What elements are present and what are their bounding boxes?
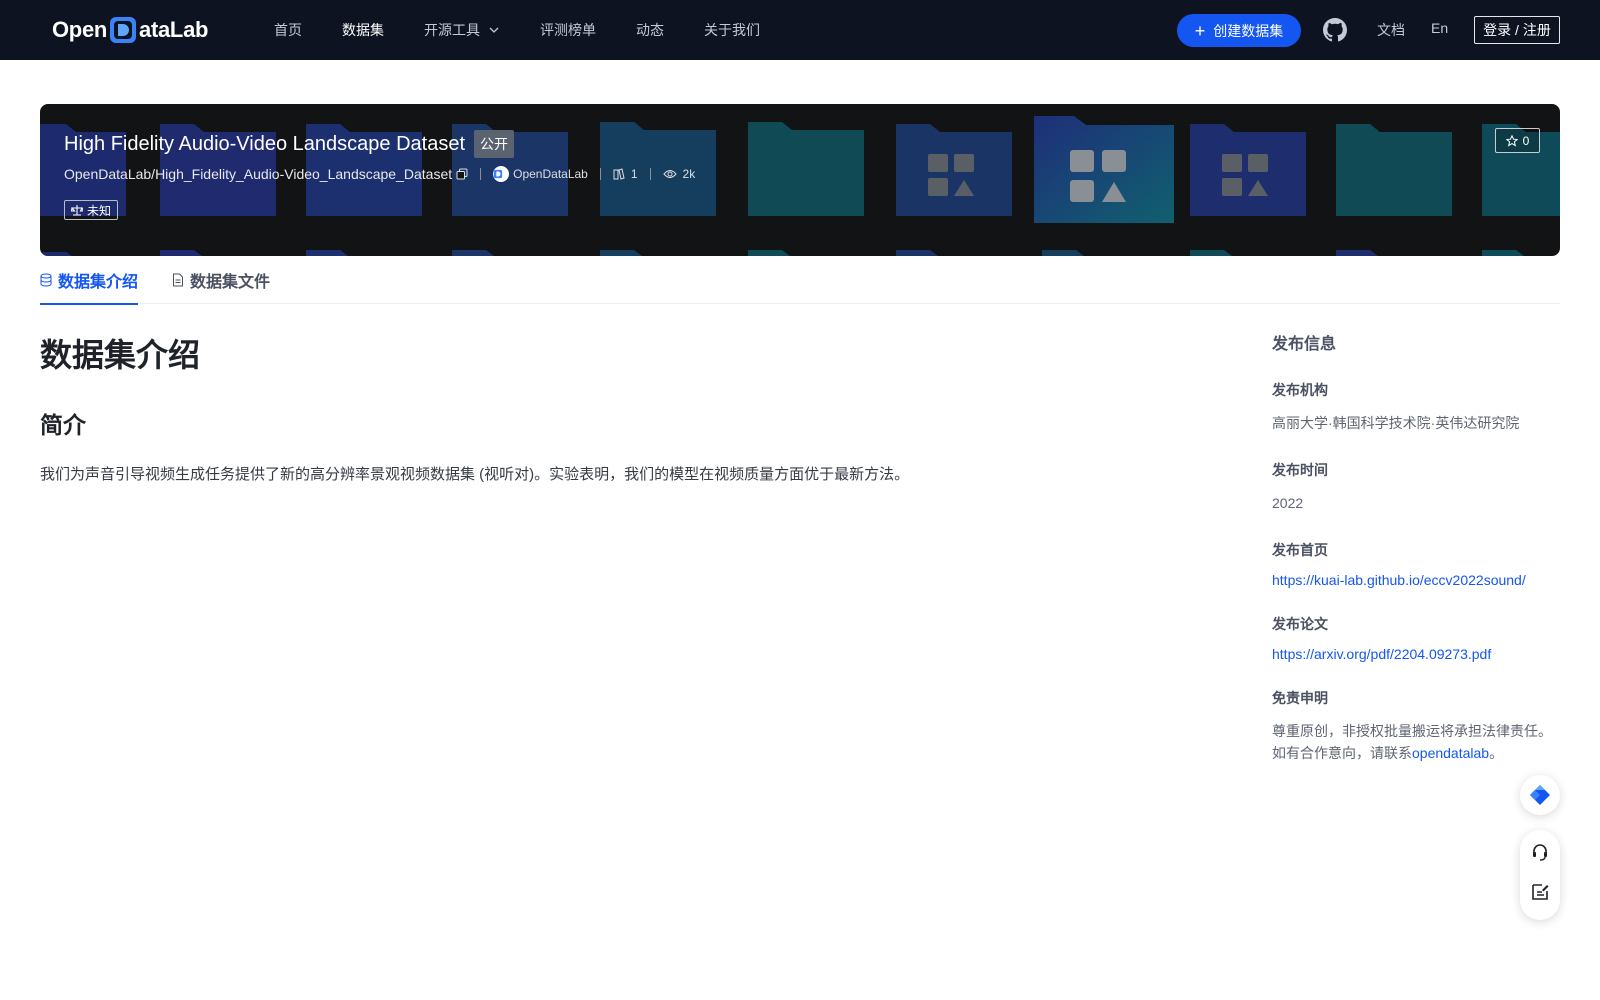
nav-about-label: 关于我们 [704, 22, 760, 38]
chevron-down-icon [489, 27, 499, 33]
language-switch[interactable]: En [1431, 20, 1448, 36]
dataset-title: High Fidelity Audio-Video Landscape Data… [64, 132, 465, 155]
main-nav: 首页 数据集 开源工具 评测榜单 动态 关于我们 [274, 0, 800, 60]
publish-time-label: 发布时间 [1272, 462, 1328, 478]
org-avatar [493, 166, 510, 182]
docs-link[interactable]: 文档 [1377, 20, 1405, 40]
disclaimer-text: 尊重原创，非授权批量搬运将承担法律责任。 如有合作意向，请联系opendatal… [1272, 720, 1562, 764]
view-count: 2k [662, 167, 696, 181]
logo-mark-icon [110, 17, 137, 43]
publish-info-title: 发布信息 [1272, 336, 1337, 353]
org-link[interactable]: OpenDataLab [493, 166, 588, 182]
contact-link[interactable]: opendatalab [1412, 745, 1489, 761]
create-dataset-label: 创建数据集 [1213, 22, 1284, 39]
nav-datasets-label: 数据集 [342, 22, 384, 38]
logo-text-left: Open [52, 17, 108, 42]
opendatalab-logo[interactable]: Open ataLab [52, 14, 208, 46]
create-dataset-button[interactable]: + 创建数据集 [1177, 14, 1301, 47]
diamond-icon [1530, 785, 1550, 805]
file-count-value: 1 [630, 167, 638, 181]
paper-label: 发布论文 [1272, 616, 1328, 632]
tab-dataset-intro-label: 数据集介绍 [58, 274, 139, 291]
database-icon [40, 273, 52, 287]
meta-separator [649, 168, 651, 180]
top-navbar: Open ataLab 首页 数据集 开源工具 评测榜单 动态 关于我们 + 创… [0, 0, 1600, 60]
login-register-button[interactable]: 登录 / 注册 [1474, 16, 1560, 44]
dataset-path: OpenDataLab/High_Fidelity_Audio-Video_La… [64, 166, 453, 182]
org-name: OpenDataLab [513, 167, 588, 181]
intro-heading: 数据集介绍 [40, 337, 201, 373]
tab-dataset-files-label: 数据集文件 [190, 274, 271, 291]
disclaimer-line1: 尊重原创，非授权批量搬运将承担法律责任。 [1272, 723, 1552, 739]
tab-dataset-files[interactable]: 数据集文件 [172, 256, 270, 304]
nav-news-label: 动态 [636, 22, 664, 38]
dataset-banner: High Fidelity Audio-Video Landscape Data… [40, 104, 1560, 256]
dataset-meta-row: OpenDataLab/High_Fidelity_Audio-Video_La… [64, 166, 695, 182]
disclaimer-line2-suffix: 。 [1489, 745, 1504, 761]
disclaimer-label: 免责申明 [1272, 690, 1328, 706]
meta-separator [599, 168, 601, 180]
org-logo-icon [493, 169, 503, 179]
publish-time-value: 2022 [1272, 495, 1304, 511]
publisher-label: 发布机构 [1272, 382, 1328, 398]
file-icon [173, 273, 184, 287]
meta-separator [480, 168, 482, 180]
homepage-label: 发布首页 [1272, 542, 1328, 558]
nav-tools-label: 开源工具 [424, 22, 480, 38]
view-count-value: 2k [682, 167, 696, 181]
summary-heading: 简介 [40, 412, 86, 438]
files-icon [613, 168, 625, 180]
file-count: 1 [613, 167, 638, 181]
paper-link[interactable]: https://arxiv.org/pdf/2204.09273.pdf [1272, 646, 1562, 662]
dataset-intro-content: 数据集介绍 简介 我们为声音引导视频生成任务提供了新的高分辨率景观视频数据集 (… [40, 320, 1220, 486]
feedback-edit-icon[interactable] [1530, 882, 1550, 902]
copy-icon[interactable] [456, 168, 468, 180]
github-icon[interactable] [1323, 18, 1347, 42]
nav-datasets[interactable]: 数据集 [342, 20, 384, 40]
scale-icon [71, 205, 83, 216]
dataset-tabs: 数据集介绍 数据集文件 [40, 256, 1560, 305]
visibility-badge: 公开 [474, 130, 514, 158]
nav-leaderboard[interactable]: 评测榜单 [540, 20, 596, 40]
summary-paragraph: 我们为声音引导视频生成任务提供了新的高分辨率景观视频数据集 (视听对)。实验表明… [40, 466, 910, 483]
nav-about[interactable]: 关于我们 [704, 20, 760, 40]
license-tag: 未知 [64, 200, 119, 220]
nav-home-label: 首页 [274, 22, 302, 38]
floating-assistant-button[interactable] [1520, 775, 1560, 815]
eye-icon [662, 170, 677, 178]
homepage-link[interactable]: https://kuai-lab.github.io/eccv2022sound… [1272, 572, 1562, 588]
nav-leaderboard-label: 评测榜单 [540, 22, 596, 38]
publisher-value: 高丽大学·韩国科学技术院·英伟达研究院 [1272, 415, 1520, 431]
plus-icon: + [1194, 20, 1206, 41]
dataset-title-row: High Fidelity Audio-Video Landscape Data… [64, 130, 514, 158]
star-button[interactable]: 0 [1495, 128, 1540, 153]
nav-home[interactable]: 首页 [274, 20, 302, 40]
publish-info-sidebar: 发布信息 发布机构 高丽大学·韩国科学技术院·英伟达研究院 发布时间 2022 … [1272, 330, 1562, 764]
disclaimer-line2-prefix: 如有合作意向，请联系 [1272, 745, 1412, 761]
floating-action-panel [1520, 830, 1560, 920]
license-value: 未知 [87, 203, 112, 218]
nav-news[interactable]: 动态 [636, 20, 664, 40]
star-icon [1505, 134, 1518, 147]
customer-service-icon[interactable] [1530, 842, 1550, 862]
nav-opensource-tools[interactable]: 开源工具 [424, 20, 500, 40]
tab-dataset-intro[interactable]: 数据集介绍 [40, 256, 139, 305]
logo-text-right: ataLab [139, 17, 209, 42]
star-count: 0 [1522, 133, 1530, 148]
